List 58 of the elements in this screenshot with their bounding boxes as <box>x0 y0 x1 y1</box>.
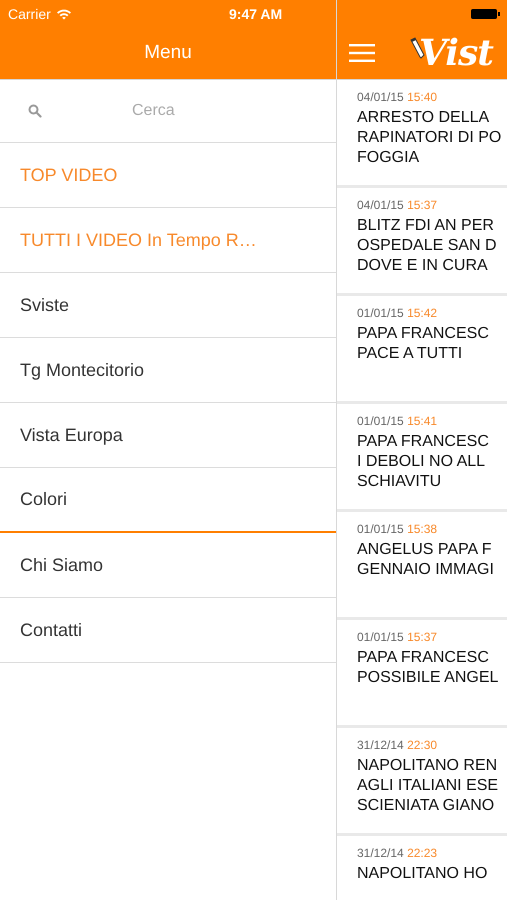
headline-line: I DEBOLI NO ALL <box>357 452 486 472</box>
headline-line: FOGGIA <box>357 148 420 168</box>
headline-line: PACE A TUTTI <box>357 344 464 364</box>
article-time: 15:42 <box>407 306 438 320</box>
article-time: 15:40 <box>407 90 438 104</box>
news-item[interactable]: 01/01/15 15:37 PAPA FRANCESC POSSIBILE ANGEL <box>337 620 507 728</box>
news-item[interactable]: 31/12/14 22:23 NAPOLITANO HO <box>337 836 507 900</box>
article-date: 01/01/15 <box>357 306 404 320</box>
headline-line: ANGELUS PAPA F <box>357 540 493 560</box>
news-item[interactable]: 31/12/14 22:30 NAPOLITANO REN AGLI ITALIANI ESE SCIENIATA GIANO <box>337 728 507 836</box>
headline-line: NAPOLITANO HO <box>357 864 488 884</box>
headline-line: PAPA FRANCESC <box>357 432 490 452</box>
menu-item[interactable]: Colori <box>0 468 336 533</box>
article-time: 22:30 <box>407 738 438 752</box>
news-item[interactable]: 04/01/15 15:37 BLITZ FDI AN PER OSPEDALE SAN D DOVE E IN CURA <box>337 188 507 296</box>
headline-line: RAPINATORI DI PO <box>357 128 502 148</box>
menu-item[interactable]: Vista Europa <box>0 403 336 468</box>
headline-line: PAPA FRANCESC <box>357 324 490 344</box>
menu-icon[interactable] <box>349 44 375 62</box>
news-item[interactable]: 01/01/15 15:38 ANGELUS PAPA F GENNAIO IMMAGI <box>337 512 507 620</box>
menu-item[interactable]: Contatti <box>0 598 336 663</box>
search-icon <box>28 104 42 118</box>
headline-line: SCIENIATA GIANO <box>357 796 496 816</box>
battery-icon <box>471 8 501 20</box>
carrier-label: Carrier <box>8 6 51 22</box>
headline-line: BLITZ FDI AN PER <box>357 216 495 236</box>
article-date: 01/01/15 <box>357 522 404 536</box>
menu-item[interactable]: Sviste <box>0 273 336 338</box>
article-date: 04/01/15 <box>357 90 404 104</box>
menu-item[interactable]: Tg Montecitorio <box>0 338 336 403</box>
wifi-icon <box>56 8 72 20</box>
article-time: 15:38 <box>407 522 438 536</box>
article-time: 15:37 <box>407 630 438 644</box>
article-date: 31/12/14 <box>357 738 404 752</box>
search-field[interactable]: Cerca <box>130 101 284 121</box>
status-time: 9:47 AM <box>229 6 282 22</box>
news-item[interactable]: 01/01/15 15:41 PAPA FRANCESC I DEBOLI NO ALL SCHIAVITU <box>337 404 507 512</box>
headline-line: NAPOLITANO REN <box>357 756 498 776</box>
article-time: 15:37 <box>407 198 438 212</box>
article-date: 04/01/15 <box>357 198 404 212</box>
headline-line: POSSIBILE ANGEL <box>357 668 500 688</box>
menu-item[interactable]: Chi Siamo <box>0 533 336 598</box>
article-date: 01/01/15 <box>357 630 404 644</box>
headline-line: OSPEDALE SAN D <box>357 236 498 256</box>
article-date: 01/01/15 <box>357 414 404 428</box>
news-item[interactable]: 01/01/15 15:42 PAPA FRANCESC PACE A TUTTI <box>337 296 507 404</box>
headline-line: AGLI ITALIANI ESE <box>357 776 500 796</box>
menu-title: Menu <box>144 42 192 64</box>
article-time: 22:23 <box>407 846 438 860</box>
headline-line: PAPA FRANCESC <box>357 648 490 668</box>
article-time: 15:41 <box>407 414 438 428</box>
headline-line: DOVE E IN CURA <box>357 256 489 276</box>
headline-line: GENNAIO IMMAGI <box>357 560 495 580</box>
headline-line: ARRESTO DELLA <box>357 108 490 128</box>
news-item[interactable]: 04/01/15 15:40 ARRESTO DELLA RAPINATORI DI PO FOGGIA <box>337 80 507 188</box>
headline-line: SCHIAVITU <box>357 472 442 492</box>
article-date: 31/12/14 <box>357 846 404 860</box>
logo-text: Vist <box>419 33 493 73</box>
